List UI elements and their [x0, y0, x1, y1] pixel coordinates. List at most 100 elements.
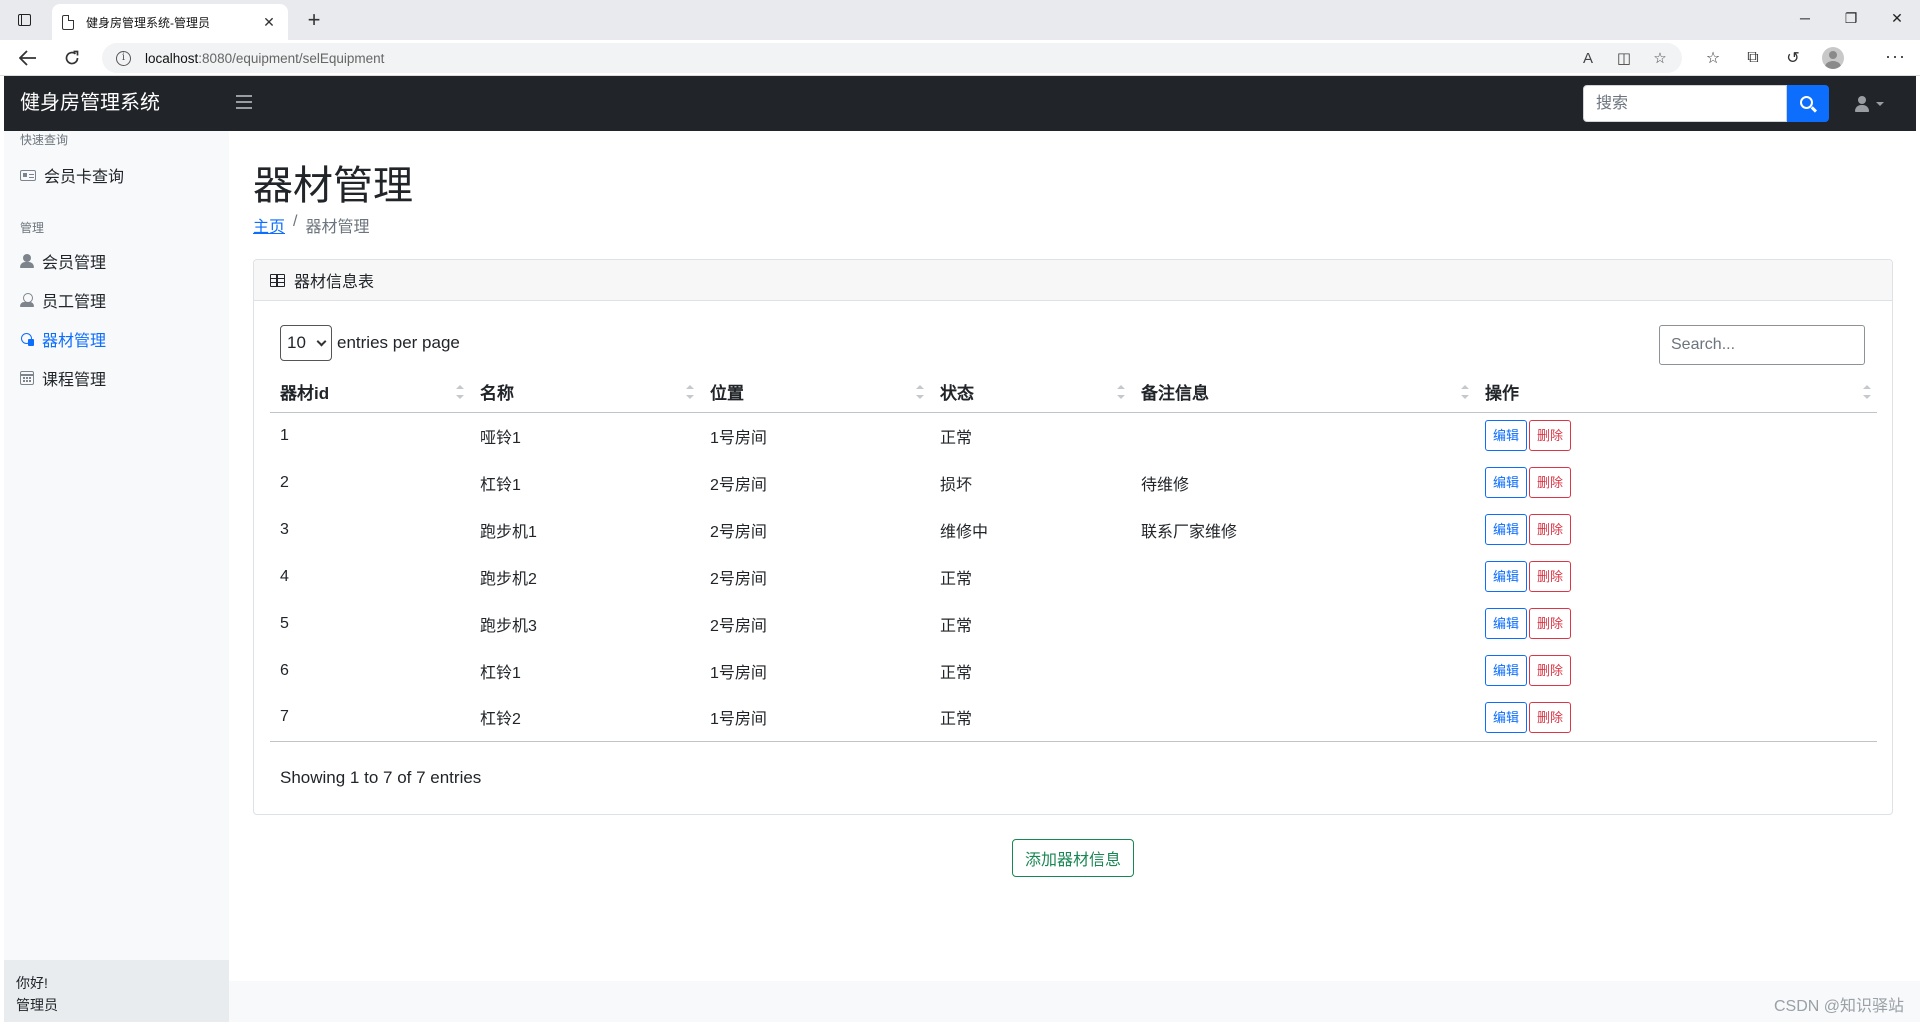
watermark: CSDN @知识驿站: [1773, 998, 1904, 1015]
read-aloud-icon[interactable]: A: [1578, 50, 1598, 67]
close-window-button[interactable]: ✕: [1874, 0, 1920, 36]
address-bar-tools: A ◫ ☆: [1578, 43, 1682, 73]
equipment-icon: [20, 332, 34, 346]
per-page-select[interactable]: 10: [280, 325, 332, 361]
cell-status: 正常: [940, 664, 973, 682]
brand-title[interactable]: 健身房管理系统: [20, 76, 160, 131]
site-info-icon[interactable]: i: [116, 50, 131, 66]
tab-close-icon[interactable]: ✕: [260, 14, 278, 31]
collections-icon[interactable]: ⧉: [1740, 44, 1766, 72]
sidebar-heading-quick: 快速查询: [20, 133, 69, 147]
delete-button[interactable]: 删除: [1529, 514, 1572, 545]
per-page-label: entries per page: [337, 333, 460, 352]
delete-button[interactable]: 删除: [1529, 701, 1572, 733]
address-toolbar: i localhost:8080/equipment/selEquipment …: [0, 40, 1920, 76]
cell-status: 正常: [940, 570, 973, 588]
delete-button[interactable]: 删除: [1529, 608, 1572, 639]
cell-actions: 编辑 删除: [1475, 600, 1877, 647]
breadcrumb-current: 器材管理: [305, 219, 370, 236]
profile-avatar[interactable]: [1820, 44, 1846, 72]
sidebar-item-equipment[interactable]: 器材管理: [20, 328, 106, 350]
table-header-row: 器材id 名称 位置 状态 备注信息 操作: [270, 372, 1877, 413]
restore-button[interactable]: ❐: [1828, 0, 1874, 36]
equipment-card: 器材信息表 10 entries per page 器材id 名称 位置 状态 …: [253, 259, 1893, 815]
card-header: 器材信息表: [254, 260, 1892, 301]
tab-actions-icon[interactable]: [12, 9, 36, 31]
sidebar-heading-manage: 管理: [20, 221, 45, 235]
cell-note: [1131, 412, 1475, 459]
column-header-status[interactable]: 状态: [930, 372, 1131, 413]
edit-button[interactable]: 编辑: [1485, 655, 1528, 686]
cell-location: 2号房间: [710, 617, 767, 635]
more-icon[interactable]: ···: [1885, 44, 1906, 72]
reload-icon[interactable]: [58, 44, 86, 72]
entries-per-page: 10 entries per page: [280, 325, 460, 361]
history-icon[interactable]: ↺: [1780, 44, 1806, 72]
delete-button[interactable]: 删除: [1529, 655, 1572, 686]
cell-note: [1131, 694, 1475, 742]
cell-name: 杠铃2: [470, 694, 700, 742]
address-bar[interactable]: i localhost:8080/equipment/selEquipment …: [102, 43, 1682, 73]
browser-tab[interactable]: 健身房管理系统-管理员 ✕: [52, 4, 288, 40]
page-title: 器材管理: [253, 164, 413, 208]
user-role: 管理员: [16, 997, 58, 1013]
column-header-id[interactable]: 器材id: [270, 372, 470, 413]
sidebar-item-label: 器材管理: [42, 333, 107, 350]
sidebar-item-card-query[interactable]: 会员卡查询: [20, 164, 124, 186]
cell-actions: 编辑 删除: [1475, 647, 1877, 694]
sidebar-toggle-icon[interactable]: [236, 95, 252, 109]
minimize-button[interactable]: ─: [1782, 0, 1828, 36]
cell-status: 损坏: [940, 476, 973, 494]
edit-button[interactable]: 编辑: [1485, 514, 1528, 545]
edit-button[interactable]: 编辑: [1485, 608, 1528, 639]
page-footer: CSDN @知识驿站: [229, 981, 1920, 1022]
table-row: 1 哑铃1 1号房间 正常 编辑 删除: [270, 412, 1877, 459]
sidebar-item-label: 会员管理: [42, 255, 107, 272]
delete-button[interactable]: 删除: [1529, 467, 1572, 498]
sort-icon: [1461, 385, 1469, 401]
search-button[interactable]: [1787, 85, 1829, 122]
cell-location: 1号房间: [710, 429, 767, 447]
calendar-icon: [20, 371, 34, 385]
sort-icon: [686, 385, 694, 401]
breadcrumb-home-link[interactable]: 主页: [253, 213, 285, 237]
breadcrumb-separator: /: [293, 213, 298, 230]
column-header-name[interactable]: 名称: [470, 372, 700, 413]
navbar-search-input[interactable]: [1583, 85, 1787, 122]
cell-note: [1131, 647, 1475, 694]
cell-location: 2号房间: [710, 570, 767, 588]
user-menu[interactable]: [1854, 93, 1884, 115]
edit-button[interactable]: 编辑: [1485, 467, 1528, 498]
column-header-location[interactable]: 位置: [700, 372, 930, 413]
cell-note: [1131, 553, 1475, 600]
add-equipment-button[interactable]: 添加器材信息: [1012, 839, 1134, 877]
sort-icon: [1863, 385, 1871, 401]
sidebar-item-staff[interactable]: 员工管理: [20, 289, 106, 311]
back-arrow-icon[interactable]: [14, 44, 42, 72]
sidebar-item-courses[interactable]: 课程管理: [20, 367, 106, 389]
edit-button[interactable]: 编辑: [1485, 420, 1528, 452]
column-header-note[interactable]: 备注信息: [1131, 372, 1475, 413]
sidebar-item-label: 课程管理: [42, 372, 107, 389]
breadcrumb: 主页 / 器材管理: [253, 213, 369, 237]
add-favorite-icon[interactable]: ☆: [1650, 49, 1670, 67]
cell-id: 1: [280, 426, 289, 444]
delete-button[interactable]: 删除: [1529, 561, 1572, 592]
greeting-text: 你好!: [16, 975, 48, 991]
table-search-input[interactable]: [1659, 325, 1865, 365]
cell-name: 杠铃1: [480, 664, 521, 682]
new-tab-button[interactable]: +: [302, 6, 326, 34]
table-row: 2 杠铃1 2号房间 损坏 待维修 编辑 删除: [270, 459, 1877, 506]
cell-name: 哑铃1: [480, 429, 521, 447]
cell-status: 正常: [940, 429, 973, 447]
sidebar-item-members[interactable]: 会员管理: [20, 250, 106, 272]
cell-id: 3: [280, 520, 289, 538]
split-screen-icon[interactable]: ◫: [1614, 49, 1634, 67]
edit-button[interactable]: 编辑: [1485, 701, 1528, 733]
column-header-actions[interactable]: 操作: [1475, 372, 1877, 413]
card-icon: [20, 169, 36, 181]
cell-note: [1131, 600, 1475, 647]
edit-button[interactable]: 编辑: [1485, 561, 1528, 592]
favorites-icon[interactable]: ☆: [1700, 44, 1726, 72]
delete-button[interactable]: 删除: [1529, 420, 1572, 452]
